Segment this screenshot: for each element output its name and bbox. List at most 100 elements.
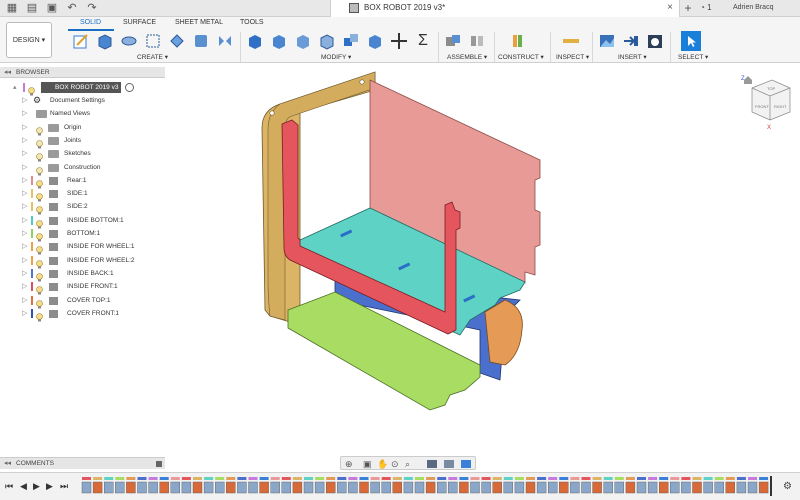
timeline-feature-icon[interactable] [303,481,314,494]
visibility-bulb-icon[interactable] [36,176,43,189]
select-cursor-icon[interactable] [681,31,701,51]
browser-item[interactable]: ▷ ⚙ Document Settings [0,94,165,107]
fit-icon[interactable]: ⌕ [405,459,414,469]
loft-icon[interactable] [168,32,186,50]
browser-item[interactable]: ▷ Named Views [0,107,165,120]
browser-item[interactable]: ▷ SIDE:1 [0,187,165,202]
user-name[interactable]: Adrien Bracq [733,4,773,11]
close-tab-icon[interactable]: × [667,2,673,13]
expand-icon[interactable]: ▷ [22,109,27,117]
browser-item[interactable]: ▷ Origin [0,121,165,136]
visibility-bulb-icon[interactable] [36,229,43,242]
visibility-bulb-icon[interactable] [36,282,43,295]
timeline-feature-icon[interactable] [636,481,647,494]
timeline-feature-icon[interactable] [625,481,636,494]
timeline-feature-icon[interactable] [392,481,402,494]
expand-icon[interactable]: ▷ [22,149,27,157]
timeline-feature-icon[interactable] [548,481,558,494]
timeline-feature-icon[interactable] [459,481,469,494]
timeline-feature-icon[interactable] [381,481,391,494]
timeline-feature-icon[interactable] [448,481,458,494]
timeline-feature-icon[interactable] [126,481,136,494]
browser-item[interactable]: ▷ INSIDE FRONT:1 [0,280,165,295]
create-group-label[interactable]: CREATE ▾ [137,53,168,61]
timeline-play-button[interactable]: ▶ [33,481,40,492]
visibility-bulb-icon[interactable] [36,216,43,229]
expand-icon[interactable]: ▷ [22,176,27,184]
expand-icon[interactable]: ▷ [22,242,27,250]
timeline-marker[interactable] [770,476,772,496]
fillet-icon[interactable] [270,32,288,50]
timeline-feature-icon[interactable] [659,481,669,494]
insert-group-label[interactable]: INSERT ▾ [618,53,647,61]
visibility-bulb-icon[interactable] [36,242,43,255]
timeline-feature-icon[interactable] [115,481,125,494]
timeline-feature-icon[interactable] [281,481,292,494]
timeline-feature-icon[interactable] [214,481,225,494]
job-status[interactable]: ◔ 1 [700,3,712,12]
timeline-feature-icon[interactable] [670,481,680,494]
workspace-switcher[interactable]: DESIGN ▾ [6,22,52,58]
expand-icon[interactable]: ▷ [22,123,27,131]
timeline-feature-icon[interactable] [714,481,724,494]
browser-item[interactable]: ▷ COVER TOP:1 [0,294,165,308]
timeline-feature-icon[interactable] [314,481,325,494]
tab-tools[interactable]: TOOLS [240,19,264,26]
browser-item[interactable]: ▷ Rear:1 [0,174,165,189]
timeline-feature-icon[interactable] [481,481,491,494]
collapse-icon[interactable]: ◂◂ [4,459,11,467]
redo-icon[interactable]: ↷ [86,2,98,14]
browser-item[interactable]: ▷ Sketches [0,147,165,162]
timeline-feature-icon[interactable] [92,481,103,494]
expand-icon[interactable]: ▴ [13,83,17,91]
browser-item[interactable]: ▷ INSIDE FOR WHEEL:1 [0,240,165,255]
insert-derive-icon[interactable] [622,32,640,50]
chamfer-icon[interactable] [294,32,312,50]
timeline-feature-icon[interactable] [259,481,269,494]
timeline-feature-icon[interactable] [359,481,369,494]
timeline-start-button[interactable]: ⏮ [5,481,13,492]
tab-surface[interactable]: SURFACE [123,19,156,26]
timeline-feature-icon[interactable] [270,481,280,494]
expand-icon[interactable]: ▷ [22,269,27,277]
timeline-feature-icon[interactable] [681,481,691,494]
grid-settings-icon[interactable] [444,460,454,468]
timeline-feature-icon[interactable] [170,481,181,494]
move-icon[interactable] [390,32,408,50]
inside-for-wheel-panel[interactable] [484,299,523,366]
look-at-icon[interactable]: ▣ [363,459,372,469]
timeline-feature-icon[interactable] [592,481,602,494]
visibility-bulb-icon[interactable] [36,309,43,322]
timeline-feature-icon[interactable] [181,481,192,494]
timeline-feature-icon[interactable] [148,481,158,494]
timeline-feature-icon[interactable] [325,481,336,494]
timeline-feature-icon[interactable] [603,481,613,494]
shell-icon[interactable] [318,32,336,50]
new-component-icon[interactable] [444,32,462,50]
save-icon[interactable]: ▣ [46,2,58,14]
visibility-bulb-icon[interactable] [36,163,43,175]
browser-item[interactable]: ▷ SIDE:2 [0,200,165,215]
select-group-label[interactable]: SELECT ▾ [678,53,708,61]
timeline-feature-icon[interactable] [492,481,502,494]
visibility-bulb-icon[interactable] [36,189,43,202]
browser-item[interactable]: ▷ INSIDE FOR WHEEL:2 [0,254,165,269]
extrude-icon[interactable] [96,32,114,50]
expand-icon[interactable]: ▷ [22,309,27,317]
browser-item[interactable]: ▷ COVER FRONT:1 [0,307,165,322]
joint-icon[interactable] [468,32,486,50]
browser-item[interactable]: ▷ Construction [0,161,165,175]
file-menu-icon[interactable]: ▤ [26,2,38,14]
measure-icon[interactable] [562,32,580,50]
timeline-feature-icon[interactable] [237,481,247,494]
insert-mcmaster-icon[interactable] [646,32,664,50]
expand-icon[interactable]: ▷ [22,282,27,290]
expand-icon[interactable]: ▷ [22,229,27,237]
comments-pin-icon[interactable] [156,461,162,467]
timeline-feature-icon[interactable] [137,481,147,494]
activate-radio-icon[interactable] [125,83,134,92]
timeline-feature-icon[interactable] [614,481,624,494]
revolve-icon[interactable] [120,32,138,50]
inspect-group-label[interactable]: INSPECT ▾ [556,53,589,61]
compute-all-icon[interactable]: Σ [414,32,432,50]
